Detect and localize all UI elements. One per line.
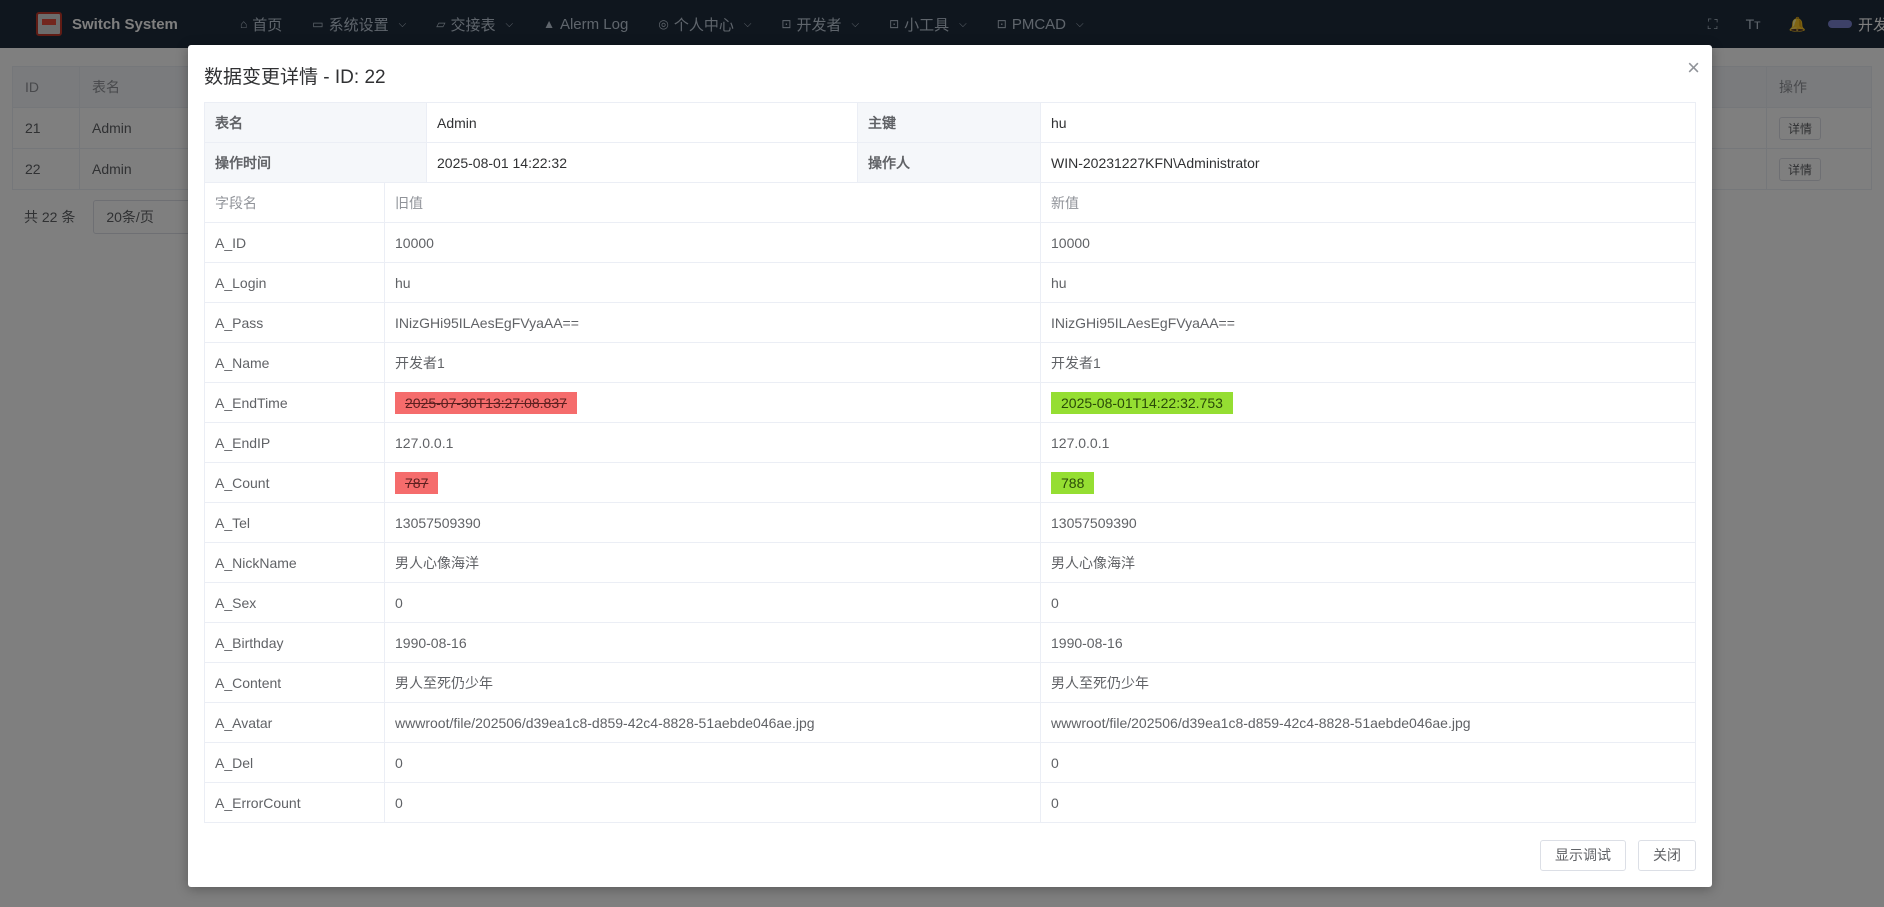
diff-row: A_Del 0 0	[204, 742, 1696, 783]
diff-row: A_Count 787 788	[204, 462, 1696, 503]
op-time-value: 2025-08-01 14:22:32	[426, 142, 858, 183]
primary-key-label: 主键	[857, 102, 1041, 143]
new-value: hu	[1040, 262, 1696, 303]
new-value-highlight: 788	[1051, 471, 1095, 494]
diff-row: A_Sex 0 0	[204, 582, 1696, 623]
new-value-highlight: 2025-08-01T14:22:32.753	[1051, 391, 1233, 414]
field-name: A_NickName	[204, 542, 385, 583]
new-value: INizGHi95ILAesEgFVyaAA==	[1040, 302, 1696, 343]
old-value: 1990-08-16	[384, 622, 1041, 663]
table-name-value: Admin	[426, 102, 858, 143]
old-value: 127.0.0.1	[384, 422, 1041, 463]
change-detail-dialog: 数据变更详情 - ID: 22 × 表名 Admin 主键 hu 操作时间 20…	[188, 45, 1712, 887]
field-name: A_ErrorCount	[204, 782, 385, 823]
field-name: A_Content	[204, 662, 385, 703]
field-name: A_Tel	[204, 502, 385, 543]
field-name-header: 字段名	[204, 182, 385, 223]
new-value: 0	[1040, 782, 1696, 823]
diff-row: A_Pass INizGHi95ILAesEgFVyaAA== INizGHi95I…	[204, 302, 1696, 343]
close-icon[interactable]: ×	[1687, 55, 1700, 81]
new-value: 开发者1	[1040, 342, 1696, 383]
old-value: hu	[384, 262, 1041, 303]
primary-key-value: hu	[1040, 102, 1696, 143]
old-value: 13057509390	[384, 502, 1041, 543]
new-value: 0	[1040, 742, 1696, 783]
old-value: INizGHi95ILAesEgFVyaAA==	[384, 302, 1041, 343]
op-time-label: 操作时间	[204, 142, 427, 183]
old-value: 10000	[384, 222, 1041, 263]
field-name: A_EndTime	[204, 382, 385, 423]
diff-row: A_EndIP 127.0.0.1 127.0.0.1	[204, 422, 1696, 463]
old-value: 男人心像海洋	[384, 542, 1041, 583]
diff-row: A_Avatar wwwroot/file/202506/d39ea1c8-d85…	[204, 702, 1696, 743]
field-name: A_Del	[204, 742, 385, 783]
new-value-header: 新值	[1040, 182, 1696, 223]
field-name: A_Name	[204, 342, 385, 383]
old-value: 0	[384, 782, 1041, 823]
new-value: 10000	[1040, 222, 1696, 263]
diff-row: A_Content 男人至死仍少年 男人至死仍少年	[204, 662, 1696, 703]
diff-row: A_ID 10000 10000	[204, 222, 1696, 263]
close-button[interactable]: 关闭	[1638, 840, 1696, 871]
field-name: A_ID	[204, 222, 385, 263]
operator-label: 操作人	[857, 142, 1041, 183]
new-value: 男人至死仍少年	[1040, 662, 1696, 703]
field-name: A_EndIP	[204, 422, 385, 463]
old-value: 0	[384, 582, 1041, 623]
new-value-highlight-cell: 788	[1040, 462, 1696, 503]
field-name: A_Avatar	[204, 702, 385, 743]
table-name-label: 表名	[204, 102, 427, 143]
diff-row: A_Tel 13057509390 13057509390	[204, 502, 1696, 543]
old-value: 开发者1	[384, 342, 1041, 383]
new-value-highlight-cell: 2025-08-01T14:22:32.753	[1040, 382, 1696, 423]
field-name: A_Pass	[204, 302, 385, 343]
new-value: 13057509390	[1040, 502, 1696, 543]
field-name: A_Birthday	[204, 622, 385, 663]
diff-row: A_Birthday 1990-08-16 1990-08-16	[204, 622, 1696, 663]
field-diff-table: 字段名 旧值 新值 A_ID 10000 10000 A_Login hu hu A_Pas…	[204, 182, 1696, 823]
operator-value: WIN-20231227KFN\Administrator	[1040, 142, 1696, 183]
field-name: A_Login	[204, 262, 385, 303]
new-value: 男人心像海洋	[1040, 542, 1696, 583]
old-value: wwwroot/file/202506/d39ea1c8-d859-42c4-8…	[384, 702, 1041, 743]
diff-row: A_EndTime 2025-07-30T13:27:08.837 2025-08-…	[204, 382, 1696, 423]
diff-row: A_Login hu hu	[204, 262, 1696, 303]
diff-row: A_NickName 男人心像海洋 男人心像海洋	[204, 542, 1696, 583]
dialog-footer: 显示调试 关闭	[1528, 840, 1696, 871]
field-name: A_Sex	[204, 582, 385, 623]
change-info-table: 表名 Admin 主键 hu 操作时间 2025-08-01 14:22:32 …	[204, 102, 1696, 183]
show-debug-button[interactable]: 显示调试	[1540, 840, 1626, 871]
old-value-highlight-cell: 787	[384, 462, 1041, 503]
diff-header-row: 字段名 旧值 新值	[204, 182, 1696, 223]
new-value: 127.0.0.1	[1040, 422, 1696, 463]
new-value: wwwroot/file/202506/d39ea1c8-d859-42c4-8…	[1040, 702, 1696, 743]
diff-row: A_ErrorCount 0 0	[204, 782, 1696, 823]
old-value-highlight: 2025-07-30T13:27:08.837	[395, 391, 577, 414]
diff-row: A_Name 开发者1 开发者1	[204, 342, 1696, 383]
dialog-title: 数据变更详情 - ID: 22	[204, 67, 386, 88]
field-name: A_Count	[204, 462, 385, 503]
new-value: 1990-08-16	[1040, 622, 1696, 663]
old-value-highlight: 787	[395, 471, 439, 494]
old-value-highlight-cell: 2025-07-30T13:27:08.837	[384, 382, 1041, 423]
old-value: 男人至死仍少年	[384, 662, 1041, 703]
old-value-header: 旧值	[384, 182, 1041, 223]
old-value: 0	[384, 742, 1041, 783]
new-value: 0	[1040, 582, 1696, 623]
